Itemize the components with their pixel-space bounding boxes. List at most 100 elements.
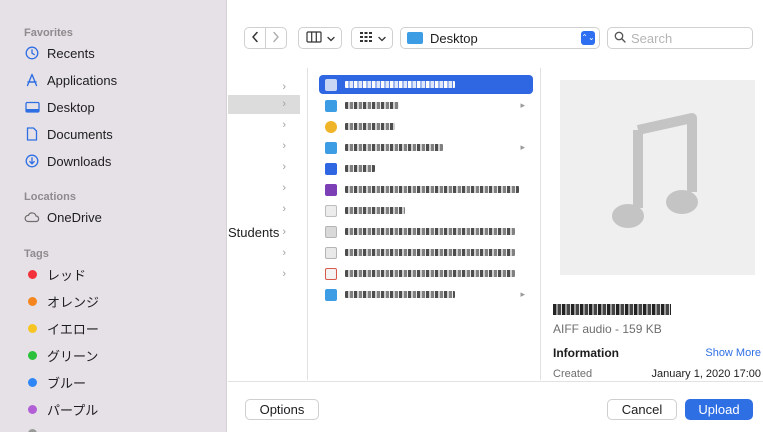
file-row[interactable] [319,117,533,136]
chevron-right-icon: › [282,119,286,131]
sidebar-item-onedrive[interactable]: OneDrive [24,206,102,228]
upload-button[interactable]: Upload [685,399,753,420]
sidebar-item-documents[interactable]: Documents [24,123,113,145]
sidebar-item-label: Desktop [47,99,95,115]
file-name-redacted [345,123,395,130]
file-row[interactable] [319,180,533,199]
grid-icon [359,31,373,46]
chevron-right-icon: › [282,268,286,280]
chevron-right-icon: › [282,98,286,110]
sidebar-item-downloads[interactable]: Downloads [24,150,111,172]
applications-icon [24,72,40,88]
file-open-dialog: Favorites Recents Applications Desktop D… [0,0,763,432]
sidebar-item-applications[interactable]: Applications [24,69,117,91]
chevron-down-icon [326,31,335,45]
sidebar-item-label: OneDrive [47,209,102,225]
file-name-redacted [345,270,515,277]
file-name-redacted [345,291,455,298]
tag-partial[interactable] [24,422,47,432]
file-row[interactable] [319,159,533,178]
tag-color-dot [28,428,37,432]
parent-row[interactable]: › [228,244,300,263]
file-name-redacted [345,186,519,193]
file-row[interactable]: ▸ [319,285,533,304]
file-row-selected[interactable] [319,75,533,94]
parent-row[interactable]: › [228,200,300,219]
chevron-right-icon: ▸ [520,100,525,110]
sidebar-item-desktop[interactable]: Desktop [24,96,95,118]
audio-file-icon [325,78,337,91]
preview-pane: AIFF audio - 159 KB Information Show Mor… [542,68,763,380]
desktop-icon [24,99,40,115]
locations-title: Locations [24,191,76,203]
tag-orange[interactable]: オレンジ [24,290,99,312]
parent-row[interactable]: › [228,158,300,177]
parent-row-students[interactable]: Students › [228,223,300,242]
search-input[interactable]: Search [631,31,672,46]
tag-yellow[interactable]: イエロー [24,317,99,339]
tag-blue[interactable]: ブルー [24,371,86,393]
chevron-right-icon: ▸ [520,142,525,152]
file-name-redacted [345,228,515,235]
sidebar-item-label: Documents [47,126,113,142]
sidebar: Favorites Recents Applications Desktop D… [0,0,227,432]
dialog-footer: Options Cancel Upload [228,381,763,432]
file-name-redacted [345,102,399,109]
cloud-icon [24,209,40,225]
location-label: Desktop [430,30,478,46]
clock-icon [24,45,40,61]
file-row[interactable] [319,201,533,220]
document-icon [24,126,40,142]
information-heading: Information [553,346,619,360]
media-file-icon [325,183,337,196]
group-button[interactable] [351,27,393,49]
file-row[interactable] [319,243,533,262]
preview-file-name-redacted [553,304,671,315]
file-name-redacted [345,81,455,88]
options-button[interactable]: Options [245,399,319,420]
tag-color-dot [28,404,37,414]
chevron-right-icon: › [282,161,286,173]
show-more-link[interactable]: Show More [705,347,761,359]
cancel-button[interactable]: Cancel [607,399,677,420]
location-popup[interactable]: Desktop ⌃⌄ [400,27,600,49]
forward-button[interactable] [265,27,287,49]
tag-color-dot [28,350,37,360]
folder-icon [325,99,337,112]
tags-title: Tags [24,248,49,260]
folder-label: Students [228,225,280,240]
tag-red[interactable]: レッド [24,263,86,285]
tag-color-dot [28,269,37,279]
tag-label: レッド [47,267,87,283]
chevron-right-icon: › [282,81,286,93]
file-row[interactable]: ▸ [319,138,533,157]
file-list-column: ▸ ▸ ▸ [309,68,541,380]
parent-row[interactable]: › [228,179,300,198]
tag-color-dot [28,323,37,333]
chevron-right-icon: › [282,182,286,194]
parent-row[interactable]: › [228,137,300,156]
spreadsheet-file-icon [325,267,337,280]
columns-view-icon [305,30,322,46]
chevron-right-icon: › [282,203,286,215]
download-icon [24,153,40,169]
sidebar-item-label: Applications [47,72,118,88]
view-mode-button[interactable] [298,27,342,49]
search-field[interactable]: Search [607,27,753,49]
sidebar-item-recents[interactable]: Recents [24,42,95,64]
chevron-down-icon [377,31,386,45]
file-row[interactable] [319,264,533,283]
tag-green[interactable]: グリーン [24,344,98,366]
file-row[interactable]: ▸ [319,96,533,115]
tag-purple[interactable]: パープル [24,398,98,420]
parent-row-selected[interactable]: › [228,95,300,114]
parent-row[interactable]: › [228,116,300,135]
back-button[interactable] [244,27,266,49]
folder-icon [325,141,337,154]
chevron-right-icon: › [282,140,286,152]
file-name-redacted [345,207,405,214]
created-value: January 1, 2020 17:00 [651,368,761,380]
file-row[interactable] [319,222,533,241]
parent-row[interactable]: › [228,265,300,284]
toolbar: Desktop ⌃⌄ Search [228,22,763,56]
